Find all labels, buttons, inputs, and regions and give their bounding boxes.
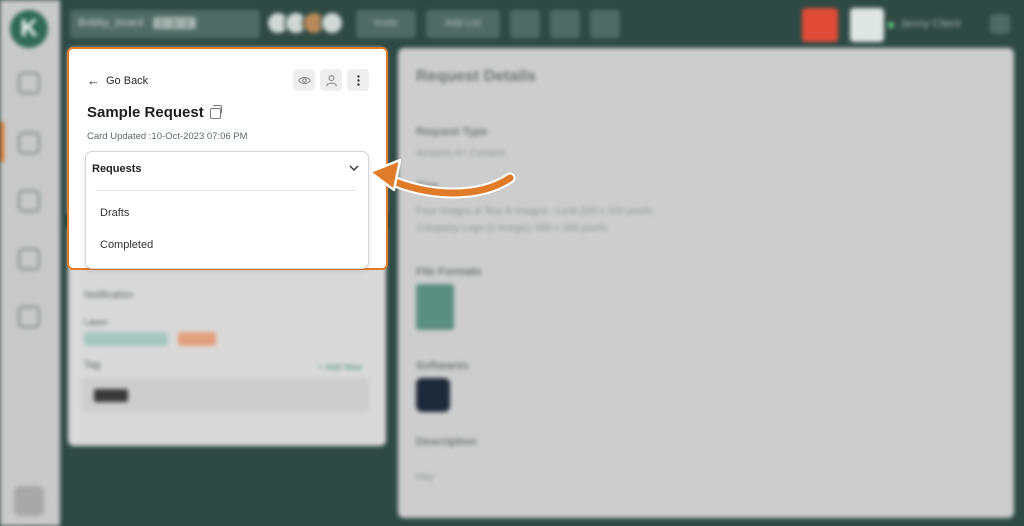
photoshop-icon: [416, 378, 450, 412]
user-name[interactable]: Jenny Client: [900, 18, 961, 30]
card-updated-timestamp: Card Updated :10-Oct-2023 07:06 PM: [87, 131, 248, 142]
rail-bottom-avatar[interactable]: [14, 486, 44, 516]
eye-icon[interactable]: [293, 69, 315, 91]
notification-bell-button[interactable]: [802, 8, 838, 42]
page-title: Sample Request: [87, 104, 222, 121]
size-line-2: Company Logo (1 Image): 600 x 180 pixels: [416, 223, 608, 234]
calendar-icon[interactable]: [18, 248, 40, 270]
info-icon[interactable]: [590, 10, 620, 38]
pointer-arrow-icon: [368, 158, 516, 199]
go-back-button[interactable]: ← Go Back: [87, 73, 148, 88]
more-vertical-icon[interactable]: [347, 69, 369, 91]
card-title: Sample Request: [87, 104, 204, 121]
avatar[interactable]: [320, 11, 344, 35]
requests-icon[interactable]: [18, 132, 40, 154]
dropdown-option-completed[interactable]: Completed: [100, 239, 153, 251]
workspace-select[interactable]: Bobby_board 1 - 3 - 2: [70, 10, 260, 38]
add-list-button[interactable]: Add List: [426, 10, 500, 38]
copy-icon[interactable]: [209, 105, 222, 119]
request-details-title: Request Details: [416, 68, 537, 85]
menu-icon[interactable]: [990, 14, 1010, 34]
workspace-tag: 1 - 3 - 2: [152, 17, 196, 29]
request-type-label: Request Type: [416, 126, 488, 138]
dashboard-icon[interactable]: [18, 72, 40, 94]
tag-select[interactable]: [82, 378, 370, 412]
filter-icon[interactable]: [510, 10, 540, 38]
user-avatar[interactable]: [850, 8, 884, 42]
label-chip[interactable]: [84, 332, 168, 346]
file-formats-label: File Formats: [416, 266, 482, 278]
user-icon[interactable]: [320, 69, 342, 91]
description-label: Description: [416, 436, 477, 448]
online-status-dot: [888, 22, 894, 28]
dropdown-divider: [96, 190, 356, 191]
tag-label: Tag: [84, 360, 101, 371]
go-back-label: Go Back: [106, 74, 149, 87]
description-value: Hey: [416, 472, 434, 483]
labels-label: Labels: [84, 318, 108, 327]
invite-button[interactable]: Invite: [356, 10, 416, 38]
software-label: Softwares: [416, 360, 469, 372]
add-new-tag-link[interactable]: + Add New: [318, 362, 362, 372]
dropdown-selected[interactable]: Requests: [86, 152, 368, 188]
card-header-actions: [293, 69, 369, 91]
top-bar: Bobby_board 1 - 3 - 2 Invite Add List Je…: [60, 0, 1024, 50]
tag-chip: [94, 389, 128, 402]
label-chip[interactable]: [178, 332, 216, 346]
notification-label: Notification: [84, 290, 134, 301]
dropdown-selected-label: Requests: [92, 163, 142, 175]
settings-icon[interactable]: [18, 306, 40, 328]
request-details-panel: Request Details Request Type Amazon A+ C…: [398, 48, 1014, 518]
arrow-left-icon: ←: [87, 73, 100, 88]
team-icon[interactable]: [18, 190, 40, 212]
left-rail: K: [0, 0, 60, 526]
chevron-down-icon: [349, 165, 359, 171]
refresh-icon[interactable]: [550, 10, 580, 38]
dropdown-option-drafts[interactable]: Drafts: [100, 207, 129, 219]
rail-active-indicator: [0, 122, 4, 162]
app-logo: K: [10, 10, 48, 48]
file-format-icon[interactable]: [416, 284, 454, 330]
workspace-label: Bobby_board: [78, 17, 144, 29]
status-dropdown[interactable]: Requests Drafts Completed: [85, 151, 369, 269]
